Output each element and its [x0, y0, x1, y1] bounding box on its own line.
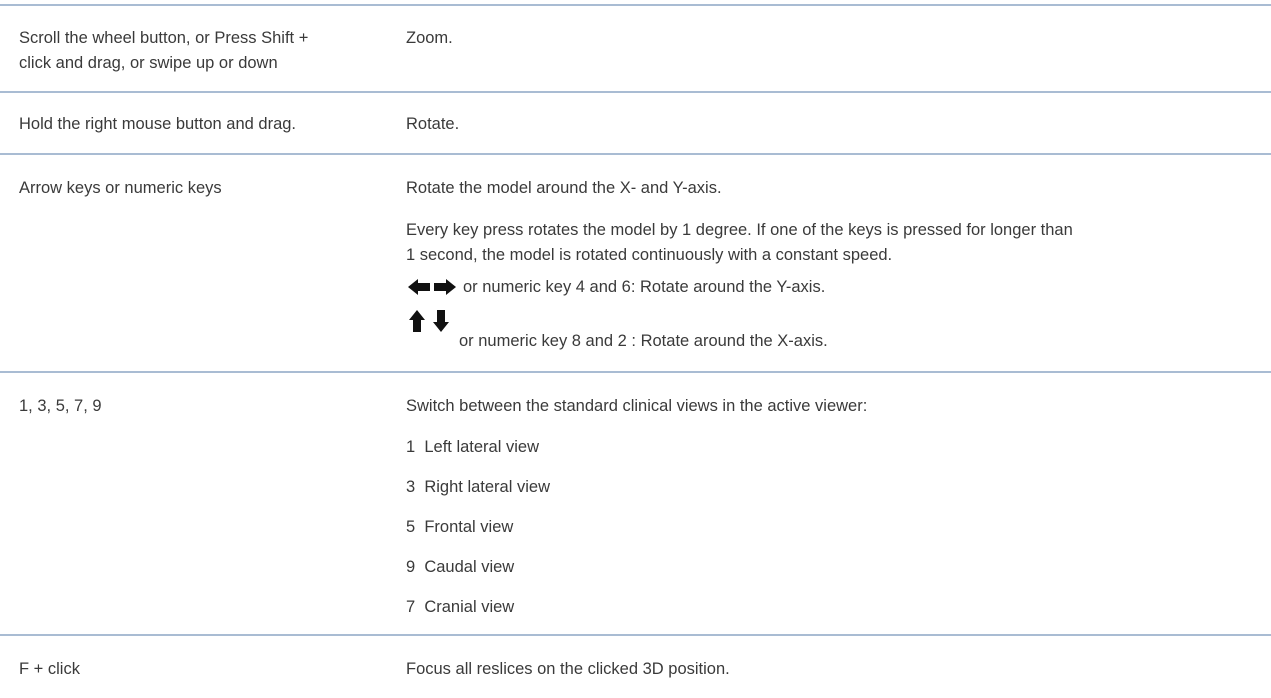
- input-cell-zoom: Scroll the wheel button, or Press Shift …: [19, 29, 309, 47]
- view-list-item: 7 Cranial view: [406, 598, 515, 616]
- arrow-keys-detail: 1 second, the model is rotated continuou…: [406, 246, 893, 264]
- arrow-lr-description: or numeric key 4 and 6: Rotate around th…: [463, 278, 826, 296]
- row-divider: [0, 4, 1271, 6]
- arrow-down-icon: [433, 310, 449, 332]
- action-cell-focus: Focus all reslices on the clicked 3D pos…: [406, 660, 730, 678]
- view-list-item: 5 Frontal view: [406, 518, 514, 536]
- arrow-ud-description: or numeric key 8 and 2 : Rotate around t…: [459, 332, 828, 350]
- input-cell-arrow-keys: Arrow keys or numeric keys: [19, 179, 222, 197]
- row-divider: [0, 634, 1271, 636]
- input-cell-numeric-views: 1, 3, 5, 7, 9: [19, 397, 102, 415]
- view-list-item: 9 Caudal view: [406, 558, 515, 576]
- action-cell-numeric-views: Switch between the standard clinical vie…: [406, 397, 868, 415]
- input-cell-focus: F + click: [19, 660, 80, 678]
- view-list-item: 3 Right lateral view: [406, 478, 550, 496]
- input-cell-zoom: click and drag, or swipe up or down: [19, 54, 278, 72]
- arrow-left-icon: [408, 279, 430, 295]
- input-cell-rotate: Hold the right mouse button and drag.: [19, 115, 297, 133]
- row-divider: [0, 91, 1271, 93]
- arrow-up-icon: [409, 310, 425, 332]
- view-list-item: 1 Left lateral view: [406, 438, 539, 456]
- action-cell-rotate: Rotate.: [406, 115, 460, 133]
- row-divider: [0, 153, 1271, 155]
- row-divider: [0, 371, 1271, 373]
- arrow-keys-detail: Every key press rotates the model by 1 d…: [406, 221, 1073, 239]
- action-cell-arrow-keys: Rotate the model around the X- and Y-axi…: [406, 179, 722, 197]
- action-cell-zoom: Zoom.: [406, 29, 453, 47]
- arrow-right-icon: [434, 279, 456, 295]
